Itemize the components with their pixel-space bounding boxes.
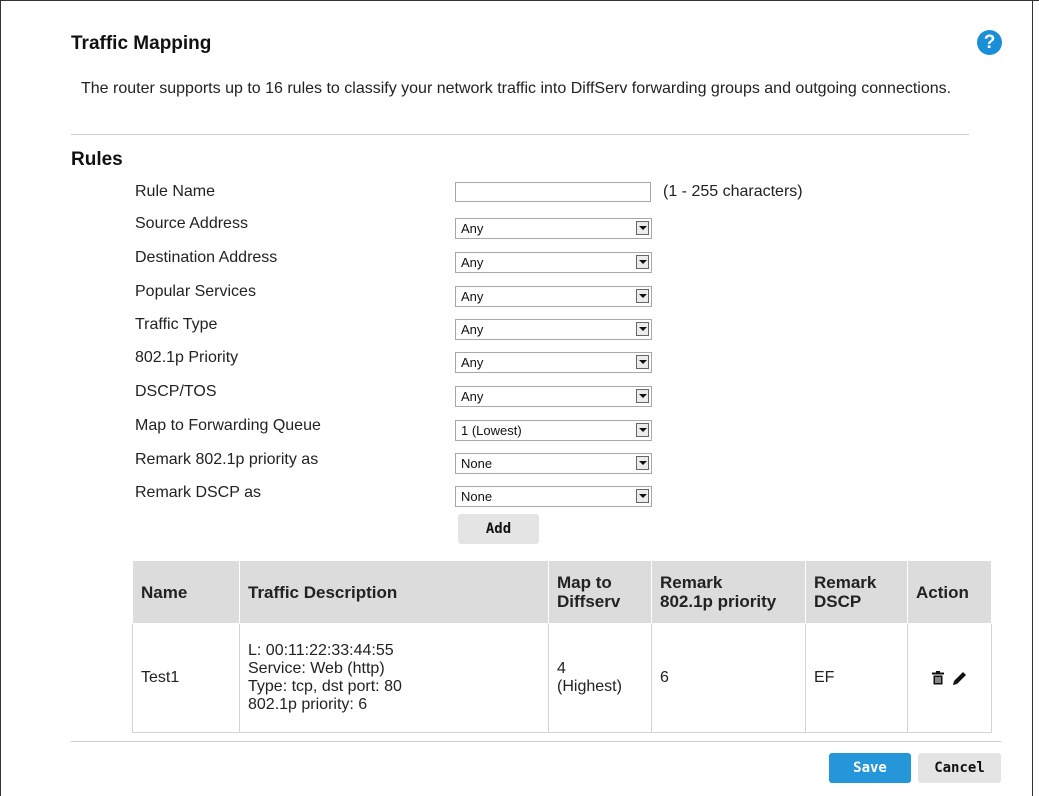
remark-priority-value: None: [461, 456, 493, 471]
cell-name: Test1: [132, 623, 240, 733]
chevron-down-icon: [636, 355, 649, 369]
rule-name-input[interactable]: [455, 182, 651, 202]
chevron-down-icon: [636, 289, 649, 303]
rules-table: Name Traffic Description Map to Diffserv …: [132, 560, 992, 733]
window-border-top: [0, 0, 1039, 1]
rule-name-label: Rule Name: [135, 183, 216, 200]
remark-dscp-select[interactable]: None: [455, 486, 652, 507]
cell-remark-priority: 6: [651, 623, 806, 733]
forwarding-queue-select[interactable]: 1 (Lowest): [455, 420, 652, 441]
priority-select[interactable]: Any: [455, 352, 652, 373]
cell-action: [907, 623, 992, 733]
priority-value: Any: [461, 355, 484, 370]
cell-remark-dscp: EF: [805, 623, 908, 733]
column-header-remark-priority: Remark 802.1p priority: [651, 560, 806, 624]
priority-label: 802.1p Priority: [135, 349, 239, 366]
destination-address-value: Any: [461, 255, 484, 270]
chevron-down-icon: [636, 489, 649, 503]
traffic-type-select[interactable]: Any: [455, 319, 652, 340]
dscp-tos-label: DSCP/TOS: [135, 383, 217, 400]
chevron-down-icon: [636, 221, 649, 235]
source-address-label: Source Address: [135, 215, 248, 232]
header-divider: [71, 134, 969, 135]
save-button[interactable]: Save: [829, 753, 911, 783]
help-icon[interactable]: ?: [977, 30, 1002, 55]
page-title: Traffic Mapping: [71, 33, 212, 54]
remark-dscp-label: Remark DSCP as: [135, 484, 261, 501]
forwarding-queue-label: Map to Forwarding Queue: [135, 417, 321, 434]
column-header-action: Action: [907, 560, 992, 624]
dscp-tos-select[interactable]: Any: [455, 386, 652, 407]
column-header-remark-dscp: Remark DSCP: [805, 560, 908, 624]
popular-services-value: Any: [461, 289, 484, 304]
table-row: Test1 L: 00:11:22:33:44:55 Service: Web …: [132, 623, 992, 733]
destination-address-select[interactable]: Any: [455, 252, 652, 273]
window-border-right: [1032, 0, 1033, 796]
popular-services-select[interactable]: Any: [455, 286, 652, 307]
source-address-value: Any: [461, 221, 484, 236]
column-header-name: Name: [132, 560, 240, 624]
cell-traffic-description: L: 00:11:22:33:44:55 Service: Web (http)…: [239, 623, 549, 733]
pencil-icon[interactable]: [952, 671, 967, 686]
cancel-button[interactable]: Cancel: [918, 753, 1001, 783]
table-header-row: Name Traffic Description Map to Diffserv …: [132, 560, 992, 624]
window-border-left: [0, 0, 1, 796]
cell-map-to-diffserv: 4 (Highest): [548, 623, 652, 733]
footer-divider: [71, 741, 1001, 742]
column-header-traffic-description: Traffic Description: [239, 560, 549, 624]
chevron-down-icon: [636, 456, 649, 470]
page-description: The router supports up to 16 rules to cl…: [81, 80, 952, 97]
add-rule-button[interactable]: Add: [458, 514, 539, 544]
rule-name-hint: (1 - 255 characters): [663, 183, 803, 200]
popular-services-label: Popular Services: [135, 283, 256, 300]
remark-priority-label: Remark 802.1p priority as: [135, 451, 319, 468]
chevron-down-icon: [636, 389, 649, 403]
destination-address-label: Destination Address: [135, 249, 278, 266]
chevron-down-icon: [636, 322, 649, 336]
chevron-down-icon: [636, 255, 649, 269]
source-address-select[interactable]: Any: [455, 218, 652, 239]
trash-icon[interactable]: [932, 671, 944, 685]
traffic-type-label: Traffic Type: [135, 316, 218, 333]
rules-heading: Rules: [71, 149, 123, 170]
traffic-type-value: Any: [461, 322, 484, 337]
remark-priority-select[interactable]: None: [455, 453, 652, 474]
column-header-map-to-diffserv: Map to Diffserv: [548, 560, 652, 624]
forwarding-queue-value: 1 (Lowest): [461, 423, 522, 438]
dscp-tos-value: Any: [461, 389, 484, 404]
chevron-down-icon: [636, 423, 649, 437]
remark-dscp-value: None: [461, 489, 493, 504]
